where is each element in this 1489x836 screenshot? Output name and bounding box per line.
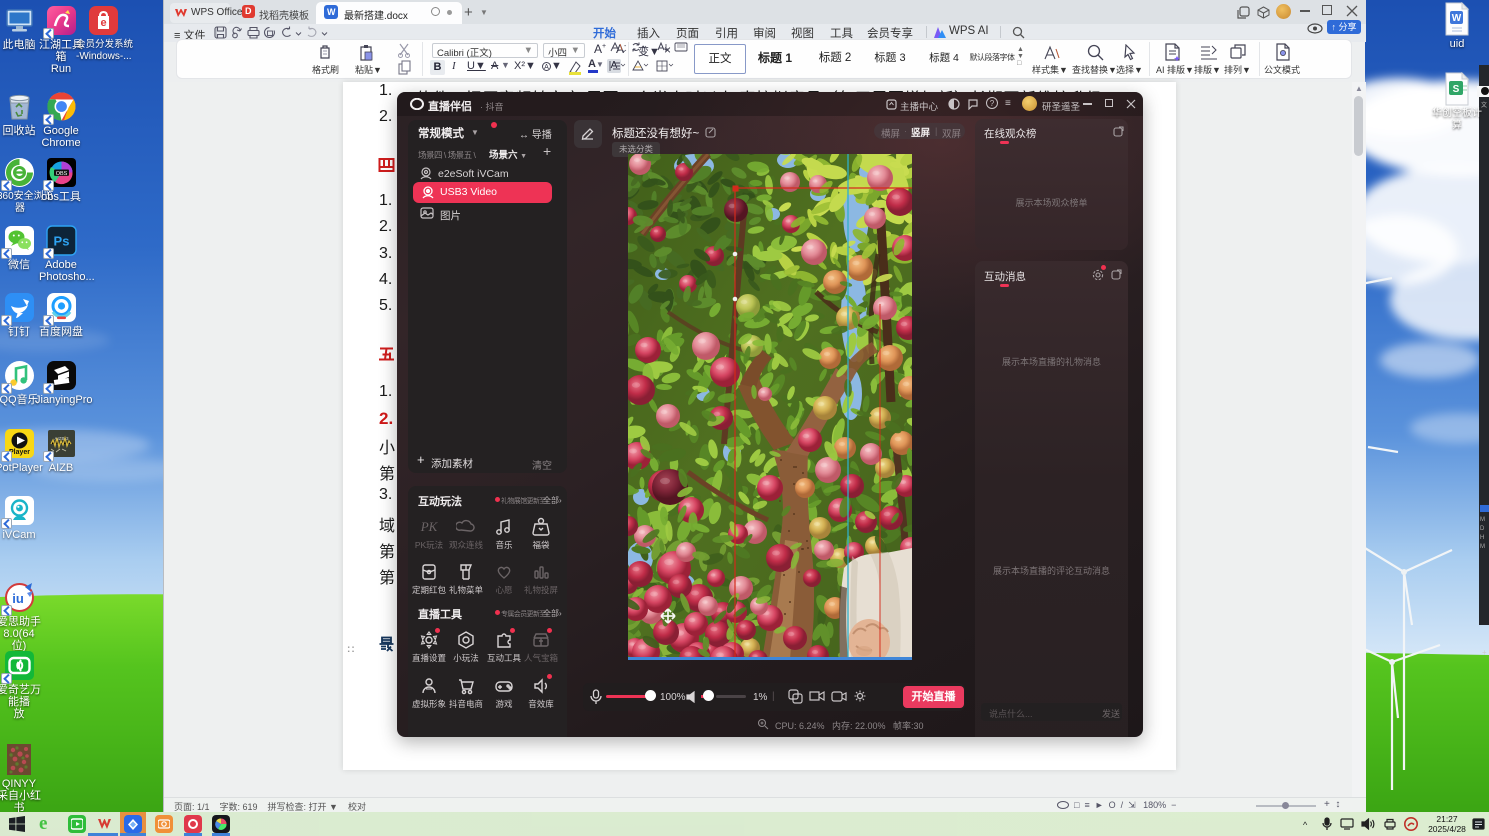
svg-text:Ps: Ps [54,234,70,249]
svg-text:W: W [1452,13,1462,24]
svg-text:S: S [1453,84,1460,95]
svg-text:e: e [100,17,106,29]
svg-text:OBS: OBS [56,171,68,177]
svg-text:AIZB-3: AIZB-3 [54,436,69,441]
svg-text:iu: iu [12,591,24,606]
svg-text:PK: PK [420,519,439,534]
